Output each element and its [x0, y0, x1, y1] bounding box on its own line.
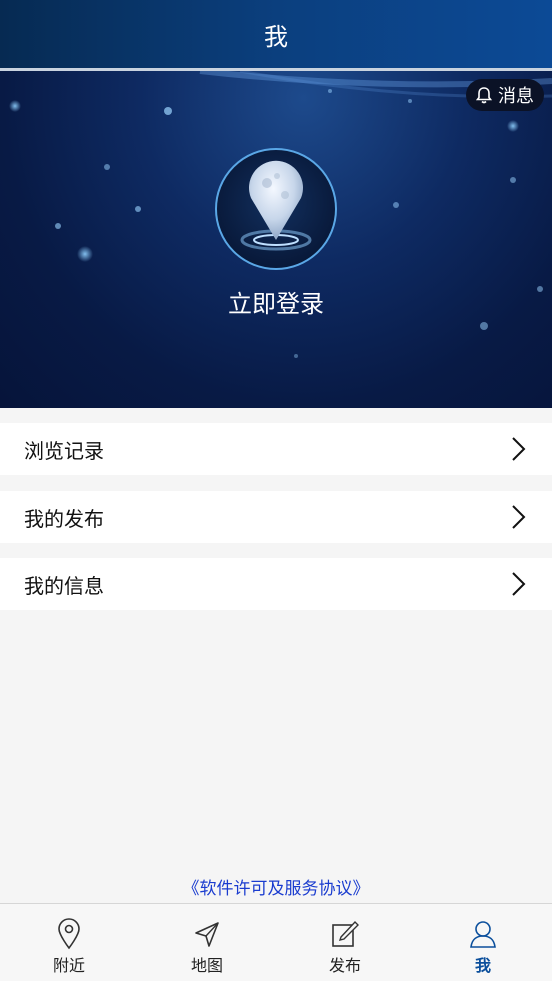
message-button[interactable]: 消息 [466, 79, 544, 111]
chevron-right-icon [512, 572, 526, 596]
page-title: 我 [264, 22, 288, 51]
message-button-label: 消息 [498, 86, 534, 107]
top-bar: 我 [0, 0, 552, 68]
menu-item-label: 浏览记录 [24, 438, 104, 463]
tab-label: 发布 [328, 956, 361, 975]
login-link[interactable]: 立即登录 [0, 284, 552, 319]
chevron-right-icon [512, 505, 526, 529]
navigation-arrow-icon [195, 922, 219, 947]
edit-icon [332, 920, 359, 947]
software-agreement-link[interactable]: 《软件许可及服务协议》 [0, 874, 552, 899]
menu-item-my-posts[interactable]: 我的发布 [0, 491, 552, 543]
menu-item-browsing-history[interactable]: 浏览记录 [0, 423, 552, 475]
profile-banner: 消息 立即登录 [0, 71, 552, 408]
menu-item-label: 我的信息 [24, 573, 104, 598]
bottom-tab-bar: 附近 地图 发布 我 [0, 903, 552, 981]
user-icon [470, 921, 496, 948]
bell-icon [476, 87, 492, 104]
avatar[interactable] [215, 148, 337, 270]
location-moon-icon [240, 160, 312, 251]
menu-item-label: 我的发布 [24, 506, 104, 531]
tab-label: 附近 [52, 956, 85, 975]
tab-me[interactable]: 我 [414, 904, 552, 981]
menu-item-my-info[interactable]: 我的信息 [0, 558, 552, 610]
tab-map[interactable]: 地图 [138, 904, 276, 981]
location-pin-icon [58, 918, 80, 950]
chevron-right-icon [512, 437, 526, 461]
tab-label: 我 [474, 956, 491, 975]
app-root: 我 消息 立即登录 浏览记录 我的发布 我的信息 《软件许可及服务协议》 附近 … [0, 0, 552, 981]
tab-nearby[interactable]: 附近 [0, 904, 138, 981]
tab-publish[interactable]: 发布 [276, 904, 414, 981]
tab-label: 地图 [190, 956, 223, 975]
